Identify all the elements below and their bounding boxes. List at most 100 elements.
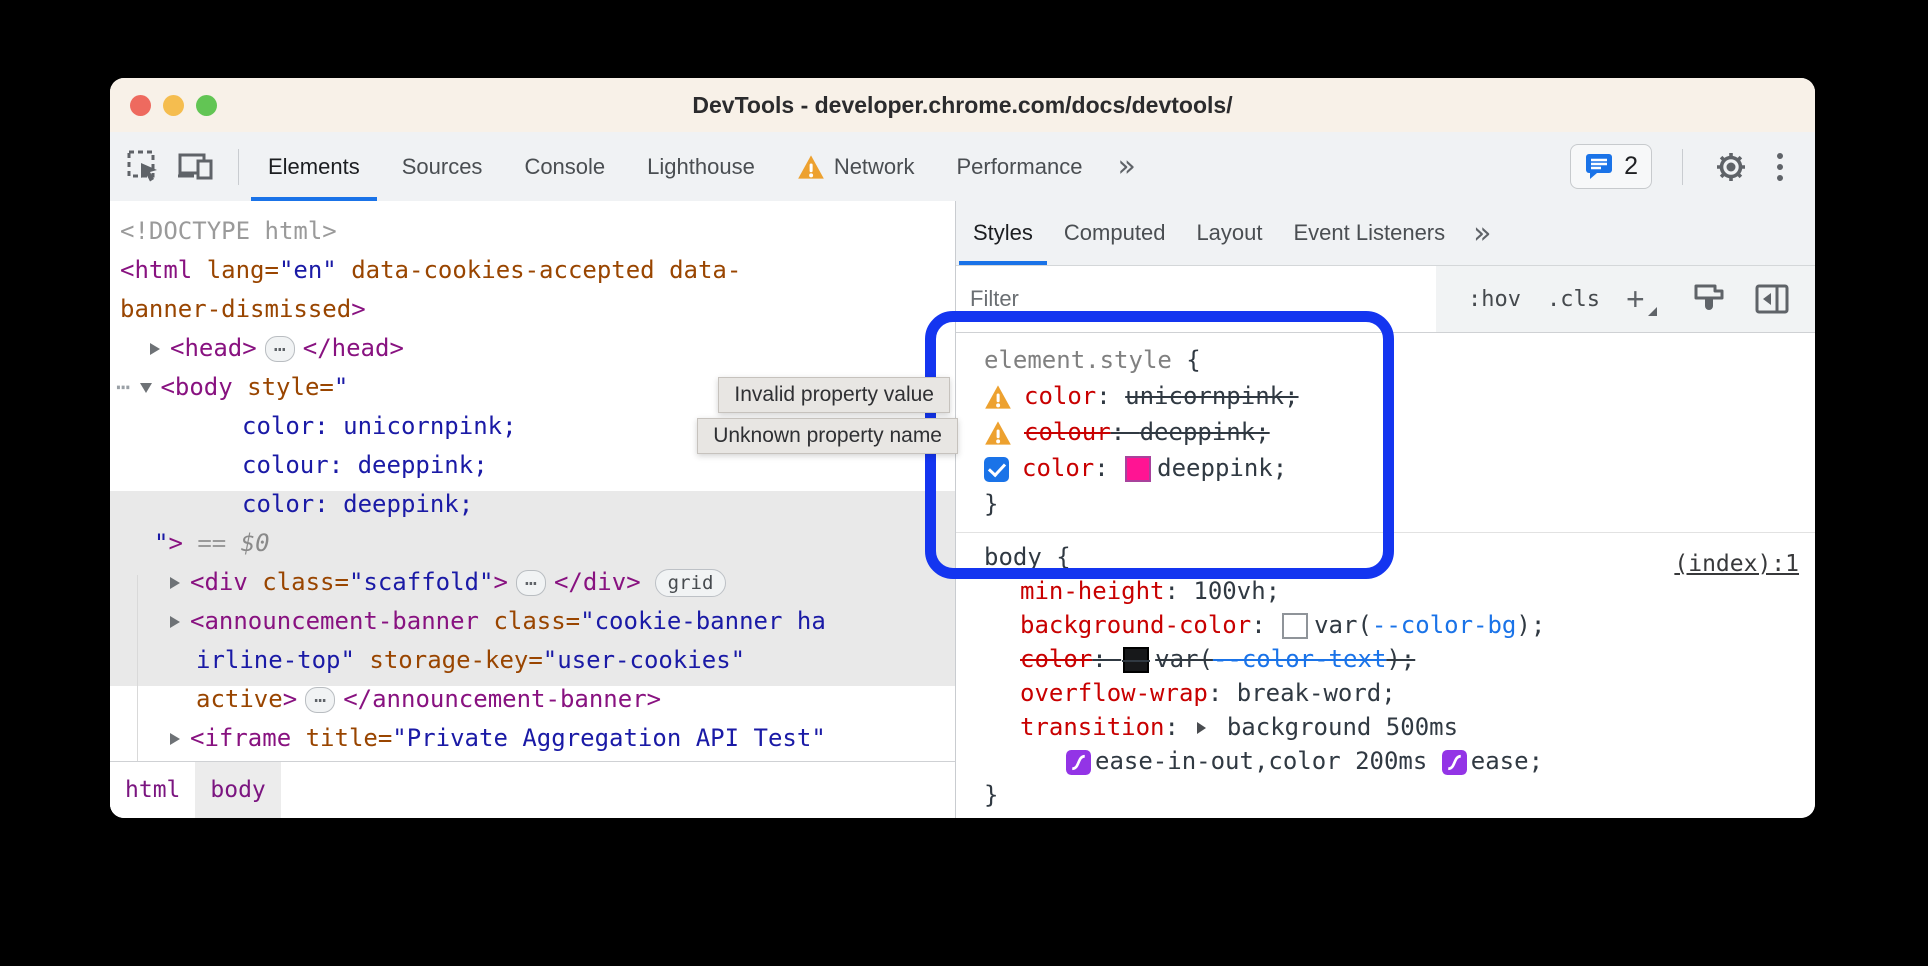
code-token: <body <box>160 373 247 401</box>
code-token: ease; <box>1471 747 1543 775</box>
code-token: --color-bg <box>1372 611 1517 639</box>
code-token: "user-cookies" <box>543 646 745 674</box>
rule-close-brace[interactable]: } <box>970 778 1815 812</box>
code-token: color: unicornpink; <box>242 412 517 440</box>
tab-elements[interactable]: Elements <box>247 132 381 201</box>
code-token: <div <box>190 568 262 596</box>
property-checkbox[interactable] <box>984 457 1009 482</box>
head-element[interactable]: <head>…</head> <box>110 329 955 368</box>
traffic-lights <box>130 78 217 132</box>
kebab-menu-icon[interactable] <box>1771 153 1789 181</box>
toggle-element-classes-button[interactable]: .cls <box>1547 287 1600 312</box>
dom-tree: <!DOCTYPE html><html lang="en" data-cook… <box>110 201 955 762</box>
deeppink-color-swatch[interactable] <box>1125 456 1151 482</box>
zoom-window-button[interactable] <box>196 95 217 116</box>
tab-performance[interactable]: Performance <box>936 132 1104 201</box>
styles-pane: StylesComputedLayoutEvent Listeners» :ho… <box>956 201 1815 818</box>
close-window-button[interactable] <box>130 95 151 116</box>
html-open-tag[interactable]: <html lang="en" data-cookies-accepted da… <box>110 251 955 290</box>
devtools-toolbar: Elements SourcesConsole Lighthouse Network P… <box>110 132 1815 202</box>
code-token: irline-top" <box>196 646 355 674</box>
expand-arrow-icon[interactable] <box>170 616 180 628</box>
new-style-rule-button[interactable]: + <box>1626 281 1657 318</box>
toggle-sidebar-icon[interactable] <box>1755 284 1789 314</box>
css-property-invalid-value[interactable]: color: unicornpink; <box>970 378 1815 414</box>
expand-inline-contents-icon[interactable]: … <box>516 570 546 596</box>
expand-arrow-icon[interactable] <box>170 733 180 745</box>
bezier-curve-icon[interactable] <box>1066 750 1091 775</box>
toggle-hover-state-button[interactable]: :hov <box>1468 287 1521 312</box>
tab-label: Network <box>834 154 915 180</box>
announcement-banner-wrap[interactable]: active>…</announcement-banner> <box>110 680 955 719</box>
breadcrumb-item-html[interactable]: html <box>110 762 195 818</box>
tab-styles[interactable]: Styles <box>959 201 1047 265</box>
text-color-swatch[interactable] <box>1123 647 1149 673</box>
css-property-active[interactable]: color: deeppink; <box>970 450 1815 486</box>
css-property-overridden[interactable]: color: var(--color-text); <box>970 642 1815 676</box>
code-token: == <box>183 529 241 557</box>
css-property[interactable]: transition: background 500ms <box>970 710 1815 744</box>
tab-computed[interactable]: Computed <box>1050 201 1180 265</box>
code-token: banner-dismissed <box>120 295 351 323</box>
rule-selector[interactable]: body {(index):1 <box>970 540 1815 574</box>
code-token: "Private Aggregation API Test" <box>392 724 825 752</box>
rule-close-brace[interactable]: } <box>970 486 1815 522</box>
settings-gear-icon[interactable] <box>1713 149 1749 185</box>
tab-label: Elements <box>268 154 360 180</box>
css-property-unknown-name[interactable]: colour: deeppink; <box>970 414 1815 450</box>
code-token: deeppink; <box>1157 454 1287 482</box>
tab-console[interactable]: Console <box>503 132 626 201</box>
tab-label: Performance <box>957 154 1083 180</box>
minimize-window-button[interactable] <box>163 95 184 116</box>
inspect-element-icon[interactable] <box>126 149 162 185</box>
rule-selector[interactable]: element.style { <box>970 342 1815 378</box>
expand-inline-contents-icon[interactable]: … <box>305 687 335 713</box>
tab-network[interactable]: Network <box>776 132 936 201</box>
expand-arrow-icon[interactable] <box>170 577 180 589</box>
body-open-tag-end[interactable]: "> == $0 <box>110 524 955 563</box>
message-bubble-icon <box>1584 153 1614 180</box>
code-token: > <box>493 568 507 596</box>
tab-sources[interactable]: Sources <box>381 132 504 201</box>
toolbar-divider <box>1682 149 1683 185</box>
iframe-element[interactable]: <iframe title="Private Aggregation API T… <box>110 719 955 758</box>
css-property-wrap[interactable]: ease-in-out,color 200ms ease; <box>970 744 1815 778</box>
breadcrumb-item-body[interactable]: body <box>195 762 280 818</box>
more-tabs-icon[interactable]: » <box>1103 132 1149 201</box>
bg-color-swatch[interactable] <box>1282 613 1308 639</box>
tab-label: Lighthouse <box>647 154 755 180</box>
css-property[interactable]: min-height: 100vh; <box>970 574 1815 608</box>
styles-filter-input[interactable] <box>956 266 1436 332</box>
code-token: background 500ms <box>1212 713 1458 741</box>
code-token: : <box>1096 382 1125 410</box>
expand-arrow-icon[interactable] <box>150 343 160 355</box>
code-token: </head> <box>303 334 404 362</box>
css-property[interactable]: overflow-wrap: break-word; <box>970 676 1815 710</box>
tab-lighthouse[interactable]: Lighthouse <box>626 132 776 201</box>
css-property[interactable]: background-color: var(--color-bg); <box>970 608 1815 642</box>
console-messages-badge[interactable]: 2 <box>1570 144 1652 189</box>
html-open-tag-wrap[interactable]: banner-dismissed> <box>110 290 955 329</box>
collapse-arrow-icon[interactable] <box>140 383 152 393</box>
tab-layout[interactable]: Layout <box>1182 201 1276 265</box>
more-styles-tabs-icon[interactable]: » <box>1459 201 1505 265</box>
body-style-line[interactable]: color: deeppink; <box>110 485 955 524</box>
announcement-banner-element[interactable]: <announcement-banner class="cookie-banne… <box>110 602 955 641</box>
doctype-line[interactable]: <!DOCTYPE html> <box>110 212 955 251</box>
code-token: colour: deeppink; <box>242 451 488 479</box>
pane-resize-handle[interactable] <box>955 201 956 818</box>
rendering-brush-icon[interactable] <box>1693 282 1725 316</box>
tab-event-listeners[interactable]: Event Listeners <box>1280 201 1460 265</box>
expand-value-icon[interactable] <box>1197 722 1206 734</box>
devtools-window: DevTools - developer.chrome.com/docs/dev… <box>110 78 1815 818</box>
expand-inline-contents-icon[interactable]: … <box>265 336 295 362</box>
styles-tabs: StylesComputedLayoutEvent Listeners» <box>956 201 1815 266</box>
code-token: <announcement-banner <box>190 607 493 635</box>
bezier-curve-icon[interactable] <box>1442 750 1467 775</box>
div-scaffold-element[interactable]: <div class="scaffold">…</div>grid <box>110 563 955 602</box>
panel-tabs: Elements SourcesConsole Lighthouse Network P… <box>247 132 1103 201</box>
announcement-banner-wrap[interactable]: irline-top" storage-key="user-cookies" <box>110 641 955 680</box>
network-warning-icon <box>797 154 825 180</box>
more-actions-icon[interactable]: ⋯ <box>116 368 130 407</box>
device-toolbar-icon[interactable] <box>176 149 216 185</box>
